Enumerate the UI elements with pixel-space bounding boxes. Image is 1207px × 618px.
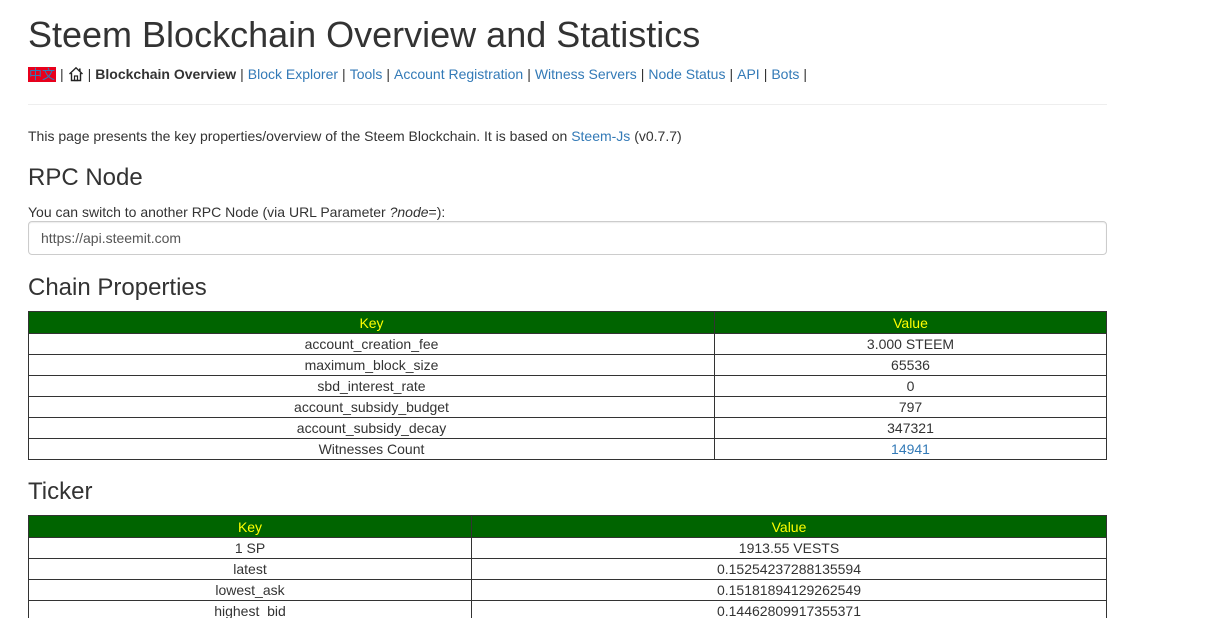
row-key: account_subsidy_decay (28, 417, 715, 439)
home-link[interactable] (68, 66, 84, 82)
page-title: Steem Blockchain Overview and Statistics (28, 14, 701, 55)
table-row: Witnesses Count 14941 (28, 438, 1107, 460)
table-row: highest_bid 0.14462809917355371 (28, 600, 1107, 618)
nav-separator: | (803, 66, 807, 82)
row-key: latest (28, 558, 472, 580)
row-key: sbd_interest_rate (28, 375, 715, 397)
rpc-label-param: ?node (389, 204, 429, 220)
nav-link-witness-servers[interactable]: Witness Servers (535, 64, 637, 84)
header-divider (28, 104, 1107, 105)
nav-separator: | (640, 66, 645, 82)
ticker-heading: Ticker (28, 478, 93, 505)
column-header-value: Value (471, 515, 1107, 538)
nav-link-node-status[interactable]: Node Status (648, 64, 725, 84)
column-header-key: Key (28, 515, 472, 538)
nav-link-bots[interactable]: Bots (771, 64, 799, 84)
witnesses-count-link[interactable]: 14941 (891, 441, 930, 457)
table-row: 1 SP 1913.55 VESTS (28, 537, 1107, 559)
nav-separator: | (240, 66, 244, 82)
steem-js-link[interactable]: Steem-Js (571, 128, 630, 144)
language-switch-link[interactable]: 中文 (28, 66, 57, 82)
chain-properties-heading: Chain Properties (28, 274, 207, 301)
table-header-row: Key Value (28, 515, 1107, 538)
row-key: maximum_block_size (28, 354, 715, 376)
intro-text: This page presents the key properties/ov… (28, 128, 572, 144)
row-value: 0.14462809917355371 (471, 600, 1107, 618)
row-key: account_creation_fee (28, 333, 715, 355)
top-nav: 中文 | | Blockchain Overview | Block Explo… (28, 64, 811, 84)
nav-link-account-registration[interactable]: Account Registration (394, 64, 523, 84)
table-row: maximum_block_size 65536 (28, 354, 1107, 376)
row-key: Witnesses Count (28, 438, 715, 460)
row-value: 3.000 STEEM (714, 333, 1107, 355)
ticker-table: Key Value 1 SP 1913.55 VESTS latest 0.15… (28, 515, 1107, 618)
intro-version: (v0.7.7) (630, 128, 682, 144)
row-value: 0 (714, 375, 1107, 397)
row-value: 14941 (714, 438, 1107, 460)
intro-paragraph: This page presents the key properties/ov… (28, 126, 682, 146)
row-value: 1913.55 VESTS (471, 537, 1107, 559)
table-row: account_creation_fee 3.000 STEEM (28, 333, 1107, 355)
nav-link-block-explorer[interactable]: Block Explorer (248, 64, 338, 84)
row-value: 0.15254237288135594 (471, 558, 1107, 580)
nav-separator: | (763, 66, 768, 82)
column-header-value: Value (714, 311, 1107, 334)
nav-separator: | (342, 66, 346, 82)
table-row: sbd_interest_rate 0 (28, 375, 1107, 397)
table-row: account_subsidy_decay 347321 (28, 417, 1107, 439)
table-row: lowest_ask 0.15181894129262549 (28, 579, 1107, 601)
rpc-node-input[interactable] (28, 221, 1107, 255)
table-row: account_subsidy_budget 797 (28, 396, 1107, 418)
row-value: 0.15181894129262549 (471, 579, 1107, 601)
nav-separator: | (386, 66, 391, 82)
nav-separator: | (527, 66, 531, 82)
home-icon (68, 66, 83, 82)
nav-link-tools[interactable]: Tools (350, 64, 383, 84)
rpc-node-label: You can switch to another RPC Node (via … (28, 202, 445, 222)
table-row: latest 0.15254237288135594 (28, 558, 1107, 580)
row-value: 65536 (714, 354, 1107, 376)
chain-properties-table: Key Value account_creation_fee 3.000 STE… (28, 311, 1107, 460)
row-key: highest_bid (28, 600, 472, 618)
table-header-row: Key Value (28, 311, 1107, 334)
nav-separator: | (729, 66, 734, 82)
column-header-key: Key (28, 311, 715, 334)
rpc-node-heading: RPC Node (28, 164, 143, 191)
nav-item-blockchain-overview: Blockchain Overview (95, 66, 237, 82)
row-key: account_subsidy_budget (28, 396, 715, 418)
row-value: 347321 (714, 417, 1107, 439)
rpc-label-text: You can switch to another RPC Node (via … (28, 204, 390, 220)
row-key: 1 SP (28, 537, 472, 559)
nav-separator: | (60, 66, 64, 82)
nav-separator: | (87, 66, 92, 82)
nav-link-api[interactable]: API (737, 64, 760, 84)
row-key: lowest_ask (28, 579, 472, 601)
row-value: 797 (714, 396, 1107, 418)
rpc-label-suffix: =): (428, 204, 446, 220)
